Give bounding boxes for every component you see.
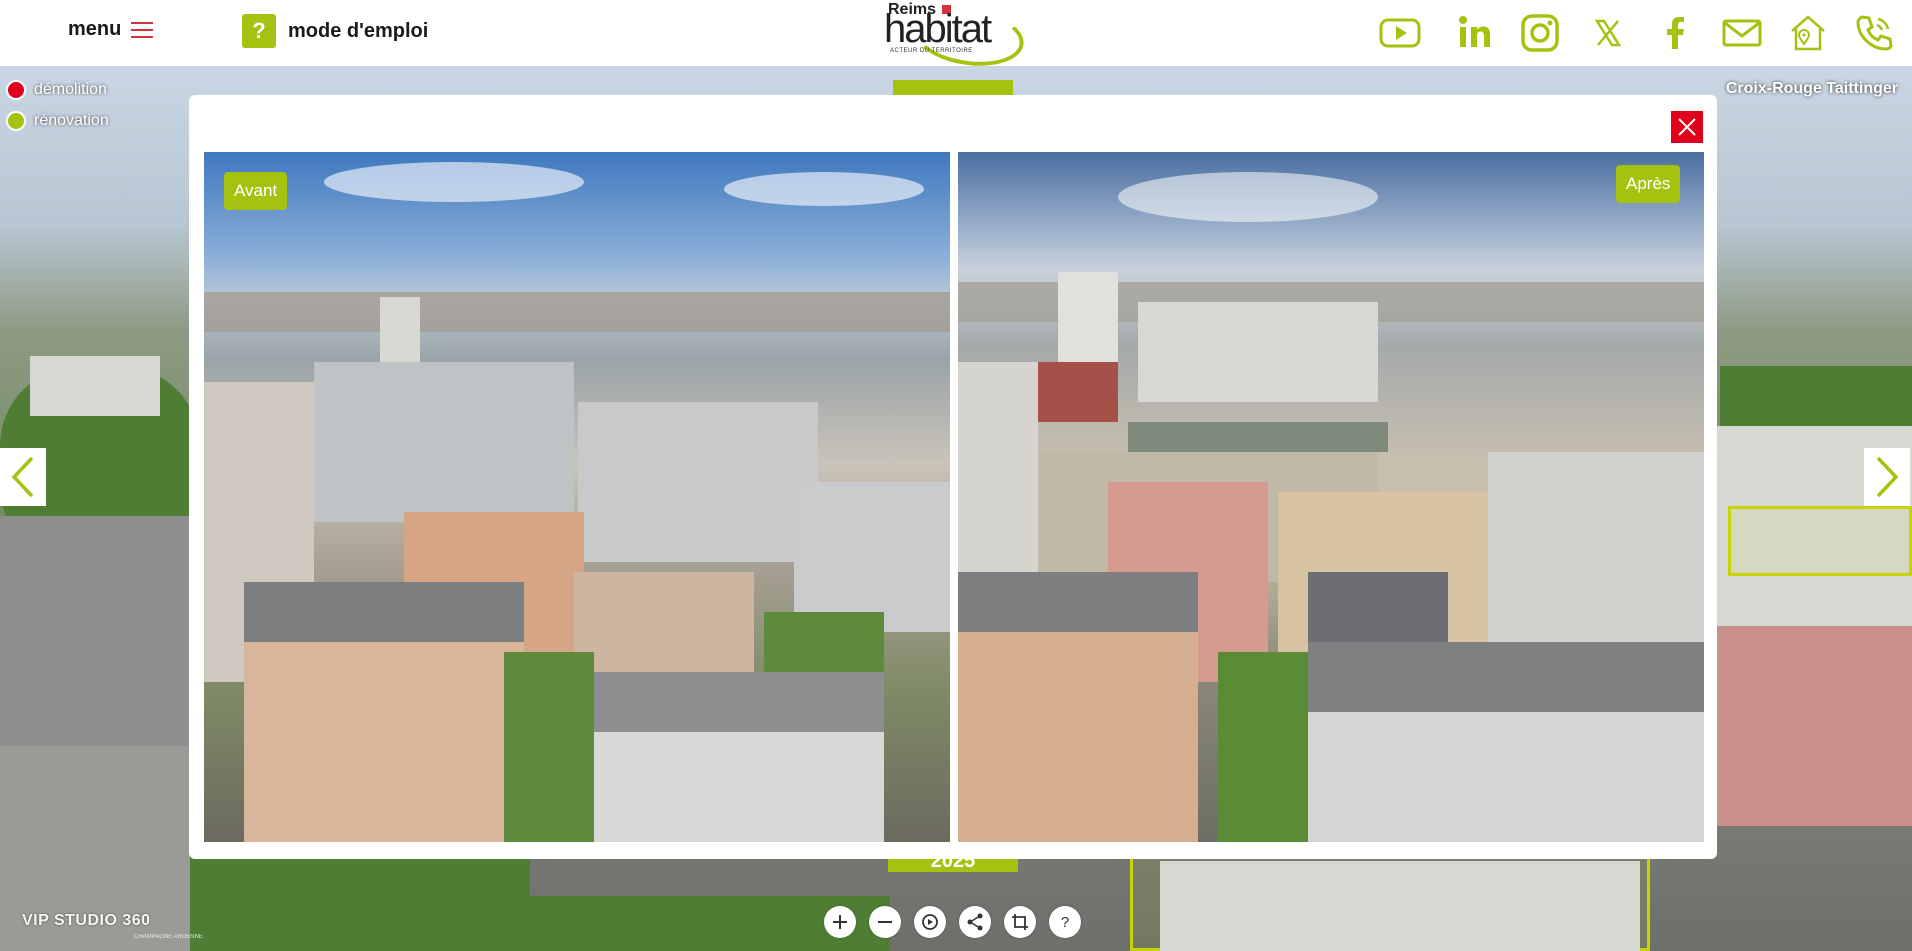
plus-icon: [833, 915, 847, 929]
comparison-divider[interactable]: [950, 152, 958, 842]
legend: démolition rénovation: [6, 74, 109, 136]
legend-label-demolition: démolition: [34, 80, 107, 98]
viewer-toolbar: ?: [824, 906, 1081, 938]
zoom-out-button[interactable]: [869, 906, 901, 938]
chevron-left-icon: [11, 456, 34, 498]
after-photo[interactable]: [958, 152, 1704, 842]
autorotate-button[interactable]: [914, 906, 946, 938]
help-button[interactable]: ?: [1049, 906, 1081, 938]
help-mode-button[interactable]: ? mode d'emploi: [242, 14, 428, 48]
location-label: Croix-Rouge Taittinger: [1725, 80, 1898, 97]
red-dot-icon: [6, 79, 26, 100]
linkedin-icon[interactable]: [1452, 10, 1500, 56]
reims-habitat-logo[interactable]: Reims habitat ACTEUR DU TERRITOIRE: [884, 1, 1028, 73]
before-label: Avant: [224, 172, 288, 210]
timeline-tab-top[interactable]: [893, 80, 1013, 96]
after-label: Après: [1616, 165, 1681, 203]
share-icon: [967, 913, 983, 931]
legend-label-renovation: rénovation: [34, 111, 109, 129]
minus-icon: [878, 921, 892, 923]
fullscreen-icon: [1012, 914, 1028, 930]
share-button[interactable]: [959, 906, 991, 938]
credit-subtitle: CHAMPAGNE ARDENNE: [134, 934, 203, 940]
fullscreen-button[interactable]: [1004, 906, 1036, 938]
zoom-in-button[interactable]: [824, 906, 856, 938]
chevron-right-icon: [1876, 456, 1899, 498]
question-icon: ?: [242, 14, 276, 48]
home-location-icon[interactable]: [1784, 10, 1832, 56]
next-arrow-button[interactable]: [1864, 448, 1910, 506]
before-photo[interactable]: [204, 152, 950, 842]
menu-label: menu: [68, 18, 122, 40]
menu-button[interactable]: menu: [68, 18, 154, 41]
close-modal-button[interactable]: [1671, 111, 1703, 143]
youtube-icon[interactable]: [1376, 10, 1424, 56]
mail-icon[interactable]: [1718, 10, 1766, 56]
help-icon: ?: [1061, 914, 1069, 931]
hamburger-icon: [131, 21, 154, 38]
instagram-icon[interactable]: [1516, 10, 1564, 56]
svg-text:?: ?: [1061, 914, 1069, 931]
legend-item-renovation[interactable]: rénovation: [6, 105, 109, 136]
logo-tagline: ACTEUR DU TERRITOIRE: [890, 48, 973, 54]
facebook-icon[interactable]: [1652, 10, 1700, 56]
top-header: menu ? mode d'emploi Reims habitat ACTEU…: [0, 0, 1912, 73]
x-icon[interactable]: [1584, 10, 1632, 56]
close-icon: [1678, 118, 1696, 136]
logo-line2: habitat: [884, 7, 992, 51]
vip-studio-credit[interactable]: VIP STUDIO 360: [22, 912, 151, 930]
green-dot-icon: [6, 110, 26, 131]
phone-icon[interactable]: [1850, 10, 1898, 56]
autorotate-icon: [922, 914, 938, 930]
help-label: mode d'emploi: [288, 19, 429, 42]
previous-arrow-button[interactable]: [0, 448, 46, 506]
legend-item-demolition[interactable]: démolition: [6, 74, 109, 105]
